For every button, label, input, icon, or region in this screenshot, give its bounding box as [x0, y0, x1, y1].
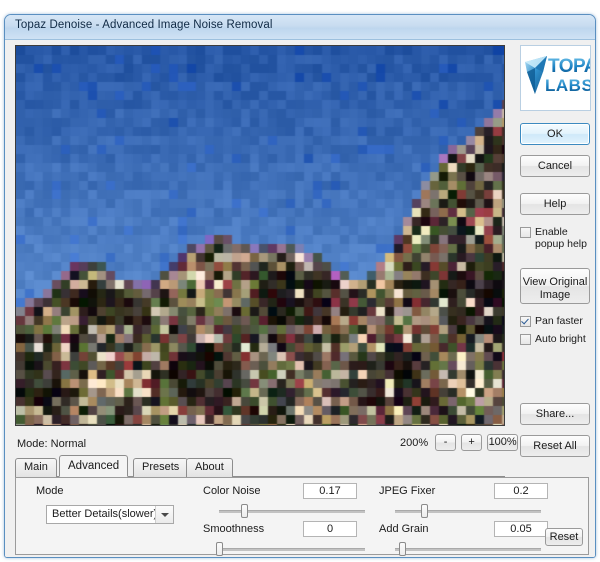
checkbox-label: Auto bright	[535, 333, 586, 345]
slider-thumb[interactable]	[399, 542, 407, 556]
checkbox-label: Pan faster	[535, 315, 583, 327]
view-original-image-button[interactable]: View Original Image	[520, 268, 590, 304]
right-sidebar: TOPAZ LABS OK Cancel Help Enable popup h…	[511, 40, 595, 557]
mode-group-label: Mode	[36, 485, 64, 497]
tab-about[interactable]: About	[186, 458, 233, 477]
logo-svg: TOPAZ LABS	[525, 56, 590, 95]
checkbox-box[interactable]	[520, 334, 531, 345]
checkbox-label-line2: popup help	[535, 238, 587, 250]
zoom-controls: 200% - + 100%	[400, 434, 519, 451]
slider-track	[219, 548, 365, 551]
slider-thumb[interactable]	[421, 504, 429, 518]
advanced-parameters-panel: Mode Better Details(slower) Color Noise …	[15, 477, 589, 556]
smoothness-value[interactable]: 0	[303, 521, 357, 537]
topaz-labs-logo: TOPAZ LABS	[520, 45, 591, 111]
color-noise-value[interactable]: 0.17	[303, 483, 357, 499]
tab-main[interactable]: Main	[15, 458, 57, 477]
slider-thumb[interactable]	[240, 504, 248, 518]
client-area: Mode: Normal 200% - + 100% Main Advanced…	[5, 40, 595, 557]
mode-dropdown[interactable]: Better Details(slower)	[46, 505, 174, 524]
tab-presets[interactable]: Presets	[133, 458, 189, 477]
chevron-down-icon[interactable]	[155, 506, 173, 523]
logo-topaz-text: TOPAZ	[548, 56, 590, 77]
color-noise-label: Color Noise	[203, 485, 261, 497]
add-grain-label: Add Grain	[379, 523, 429, 535]
help-button[interactable]: Help	[520, 193, 590, 215]
tab-strip: Main Advanced Presets About	[15, 455, 505, 477]
image-preview[interactable]	[15, 45, 505, 426]
smoothness-label: Smoothness	[203, 523, 265, 535]
mode-status-label: Mode: Normal	[17, 438, 87, 450]
zoom-level-label: 200%	[400, 436, 429, 449]
tab-advanced[interactable]: Advanced	[59, 455, 129, 477]
logo-labs-text: LABS	[545, 76, 590, 95]
color-noise-slider[interactable]	[219, 504, 365, 518]
jpeg-fixer-label: JPEG Fixer	[379, 485, 436, 497]
preview-canvas[interactable]	[16, 46, 504, 425]
zoom-in-button[interactable]: +	[461, 434, 483, 451]
ok-button[interactable]: OK	[520, 123, 590, 145]
reset-all-button[interactable]: Reset All	[520, 435, 590, 457]
cancel-button[interactable]: Cancel	[520, 155, 590, 177]
checkbox-box[interactable]	[520, 316, 531, 327]
slider-thumb[interactable]	[216, 542, 223, 556]
mode-dropdown-value: Better Details(slower)	[52, 508, 158, 520]
checkbox-label: Enable	[535, 226, 568, 238]
share-button[interactable]: Share...	[520, 403, 590, 425]
zoom-out-button[interactable]: -	[435, 434, 457, 451]
smoothness-slider[interactable]	[216, 542, 365, 556]
window-title: Topaz Denoise - Advanced Image Noise Rem…	[15, 19, 273, 31]
application-window: Topaz Denoise - Advanced Image Noise Rem…	[4, 14, 596, 558]
title-bar: Topaz Denoise - Advanced Image Noise Rem…	[5, 15, 595, 40]
checkbox-box[interactable]	[520, 227, 531, 238]
